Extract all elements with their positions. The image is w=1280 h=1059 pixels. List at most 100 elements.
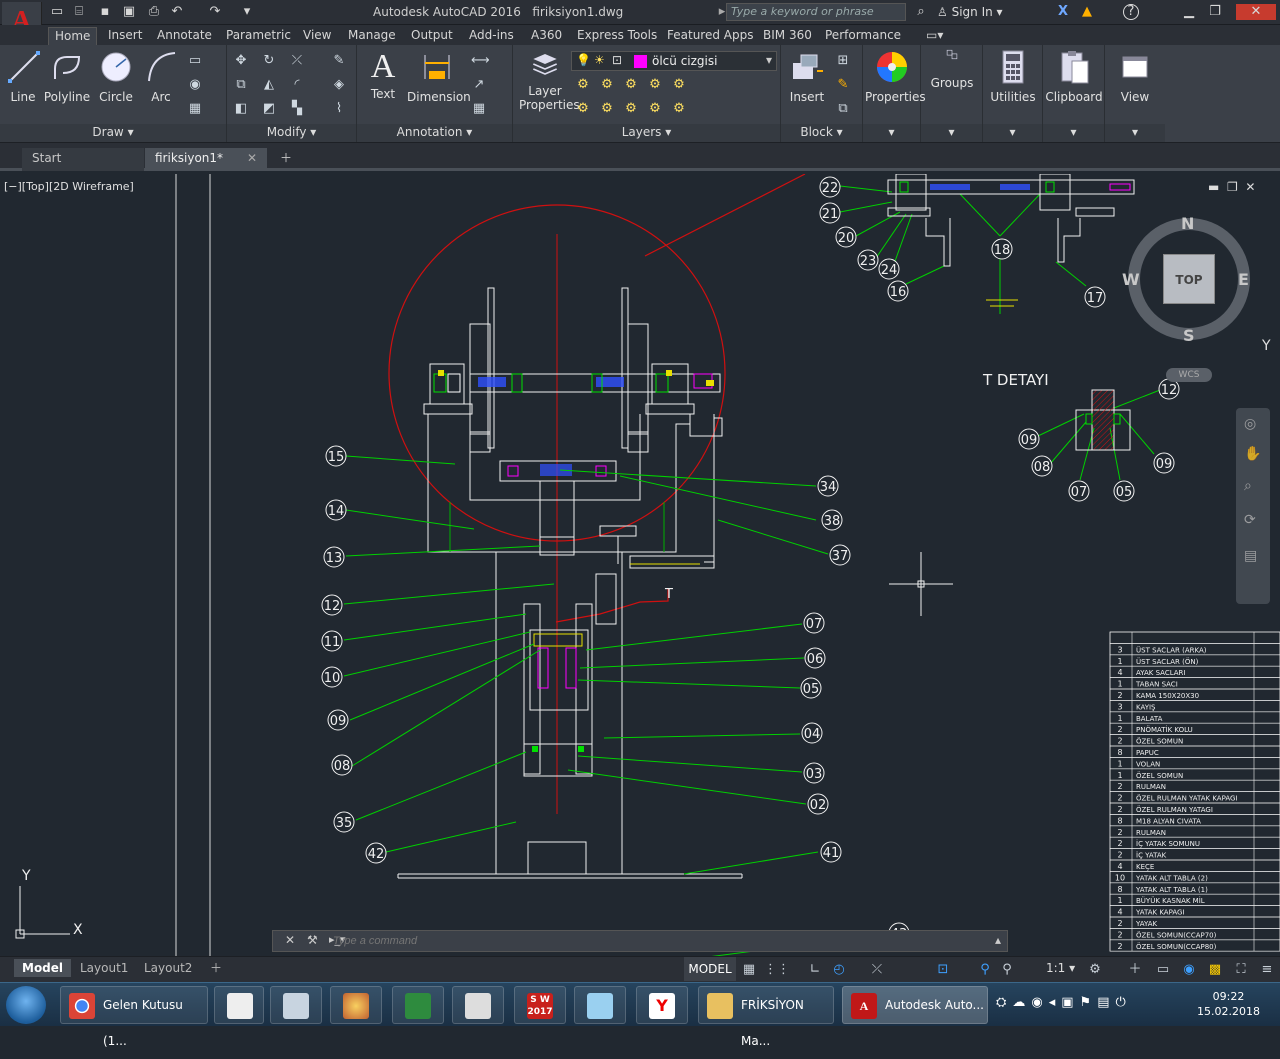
undo-icon[interactable]: ↶ — [168, 4, 186, 20]
create-block-icon[interactable]: ⊞ — [835, 53, 851, 69]
view-panel-expand[interactable]: ▾ — [1105, 124, 1165, 142]
layer-tool-8-icon[interactable]: ⚙ — [623, 101, 639, 117]
command-history-icon[interactable]: ▴ — [995, 933, 1001, 947]
close-tab-icon[interactable]: ✕ — [247, 148, 257, 169]
sign-in-button[interactable]: ♙ Sign In ▾ — [937, 5, 1003, 19]
leader-icon[interactable]: ↗ — [471, 77, 487, 93]
array-icon[interactable]: ▚ — [289, 101, 305, 117]
layout-tab-model[interactable]: Model — [14, 959, 72, 977]
stretch-icon[interactable]: ◧ — [233, 101, 249, 117]
new-file-icon[interactable]: ▭ — [48, 4, 66, 20]
arc-button[interactable]: Arc — [143, 49, 179, 104]
groups-panel[interactable]: Groups ▾ — [921, 45, 983, 142]
new-tab-button[interactable]: ＋ — [274, 148, 298, 171]
layer-tool-10-icon[interactable]: ⚙ — [671, 101, 687, 117]
layer-tool-3-icon[interactable]: ⚙ — [623, 77, 639, 93]
properties-panel-expand[interactable]: ▾ — [863, 124, 920, 142]
hardware-acceleration-icon[interactable]: ▩ — [1206, 961, 1224, 979]
tab-annotate[interactable]: Annotate — [157, 27, 212, 45]
properties-panel[interactable]: Properties ▾ — [863, 45, 926, 142]
gradient-icon[interactable]: ▦ — [187, 101, 203, 117]
mirror-icon[interactable]: ◭ — [261, 77, 277, 93]
insert-block-button[interactable]: Insert — [785, 49, 829, 104]
viewcube-east[interactable]: E — [1238, 270, 1249, 289]
edit-block-icon[interactable]: ✎ — [835, 77, 851, 93]
annotation-visibility-icon[interactable]: ⚲ — [976, 961, 994, 979]
tab-output[interactable]: Output — [411, 27, 453, 45]
customization-icon[interactable]: ≡ — [1258, 961, 1276, 979]
viewcube-south[interactable]: S — [1183, 326, 1195, 345]
showmotion-icon[interactable]: ▤ — [1244, 548, 1257, 564]
restore-icon[interactable]: ❐ — [1206, 4, 1224, 20]
tab-featured-apps[interactable]: Featured Apps — [667, 27, 753, 45]
redo-icon[interactable]: ↷ — [206, 4, 224, 20]
viewcube-west[interactable]: W — [1122, 270, 1140, 289]
utilities-button[interactable]: Utilities — [985, 49, 1041, 104]
auto-scale-icon[interactable]: ⚲ — [998, 961, 1016, 979]
help-icon[interactable]: ? — [1123, 4, 1139, 20]
erase-icon[interactable]: ✎ — [331, 53, 347, 69]
workspace-dropdown-icon[interactable]: ▾ — [238, 4, 256, 20]
snap-icon[interactable]: ⋮⋮ — [764, 961, 790, 979]
save-icon[interactable]: ▪ — [96, 4, 114, 20]
taskbar-app-compass[interactable] — [214, 986, 264, 1024]
taskbar-explorer[interactable]: FRİKSİYON Ma... — [698, 986, 834, 1048]
tab-manage[interactable]: Manage — [348, 27, 396, 45]
layer-tool-6-icon[interactable]: ⚙ — [575, 101, 591, 117]
start-button[interactable] — [6, 986, 46, 1024]
polar-icon[interactable]: ◴ — [830, 961, 848, 979]
customize-icon[interactable]: ⚒ — [307, 933, 318, 947]
model-space-button[interactable]: MODEL — [684, 957, 736, 981]
tab-home[interactable]: Home — [48, 27, 98, 45]
properties-button[interactable]: Properties — [865, 49, 926, 104]
close-command-line-icon[interactable]: ✕ — [285, 933, 295, 947]
zoom-icon[interactable]: ⌕ — [1244, 478, 1252, 494]
layout-tab-layout1[interactable]: Layout1 — [72, 959, 136, 977]
clipboard-panel[interactable]: Clipboard ▾ — [1043, 45, 1105, 142]
taskbar-solidworks[interactable]: S W 2017 — [514, 986, 566, 1024]
wcs-menu[interactable]: WCS — [1166, 368, 1212, 382]
layer-tool-5-icon[interactable]: ⚙ — [671, 77, 687, 93]
taskbar-autocad[interactable]: A Autodesk Auto... — [842, 986, 988, 1024]
layer-tool-4-icon[interactable]: ⚙ — [647, 77, 663, 93]
tab-view[interactable]: View — [303, 27, 331, 45]
trim-icon[interactable]: ⤫ — [289, 53, 305, 69]
exchange-icon[interactable]: X — [1054, 4, 1072, 20]
grid-icon[interactable]: ▦ — [740, 961, 758, 979]
modify-panel-title[interactable]: Modify ▾ — [227, 124, 356, 142]
binoculars-icon[interactable]: ⌕ — [912, 4, 930, 20]
polyline-button[interactable]: Polyline — [42, 49, 92, 104]
layer-tool-7-icon[interactable]: ⚙ — [599, 101, 615, 117]
copy-icon[interactable]: ⧉ — [233, 77, 249, 93]
tab-bim-360[interactable]: BIM 360 — [763, 27, 812, 45]
a360-icon[interactable]: ▲ — [1078, 4, 1096, 20]
steering-wheel-icon[interactable]: ◎ — [1244, 416, 1256, 432]
file-tab-start[interactable]: Start — [22, 148, 144, 171]
rotate-icon[interactable]: ↻ — [261, 53, 277, 69]
orbit-icon[interactable]: ⟳ — [1244, 512, 1256, 528]
isolate-objects-icon[interactable]: ◉ — [1180, 961, 1198, 979]
open-file-icon[interactable]: ⌸ — [70, 4, 88, 20]
dimension-button[interactable]: Dimension — [407, 49, 471, 104]
print-icon[interactable]: ⎙ — [145, 4, 163, 20]
workspace-settings-icon[interactable]: ⚙ — [1086, 961, 1104, 979]
ribbon-options-icon[interactable]: ▭▾ — [926, 27, 943, 45]
taskbar-chrome[interactable]: Gelen Kutusu (1... — [60, 986, 208, 1048]
layer-properties-button[interactable]: Layer Properties — [519, 49, 580, 112]
command-line[interactable]: ✕ ⚒ ▸_▾ ▴ — [272, 930, 1008, 952]
fillet-icon[interactable]: ◜ — [289, 77, 305, 93]
layout-tab-layout2[interactable]: Layout2 — [136, 959, 200, 977]
object-snap-tracking-icon[interactable]: ⊡ — [934, 961, 952, 979]
circle-button[interactable]: Circle — [96, 49, 136, 104]
pan-icon[interactable]: ✋ — [1244, 446, 1261, 462]
taskbar-calculator[interactable] — [270, 986, 322, 1024]
taskbar-notepad[interactable] — [452, 986, 504, 1024]
layer-dropdown[interactable]: 💡 ☀ ⊡ ölcü cizgisi ▾ — [571, 51, 777, 71]
taskbar-paint[interactable] — [330, 986, 382, 1024]
table-icon[interactable]: ▦ — [471, 101, 487, 117]
layer-tool-1-icon[interactable]: ⚙ — [575, 77, 591, 93]
annotation-monitor-icon[interactable]: ＋ — [1126, 961, 1144, 979]
groups-button[interactable]: Groups — [925, 49, 979, 90]
save-as-icon[interactable]: ▣ — [120, 4, 138, 20]
utilities-panel[interactable]: Utilities ▾ — [983, 45, 1043, 142]
